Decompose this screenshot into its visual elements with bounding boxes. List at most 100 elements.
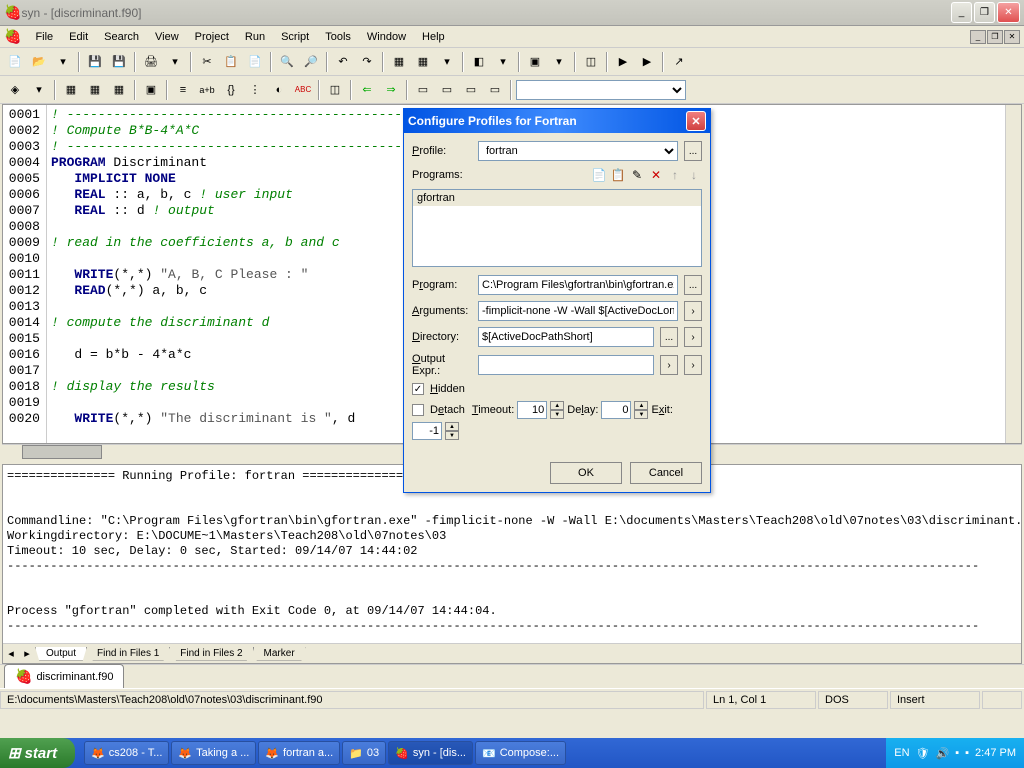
taskbar-item[interactable]: 📧Compose:... [475,741,566,765]
combo-selector[interactable] [516,80,686,100]
dialog-close-button[interactable]: ✕ [686,111,706,131]
tb2-b[interactable]: ▦ [60,79,82,101]
arguments-input[interactable] [478,301,678,321]
arguments-more-button[interactable]: › [684,301,702,321]
directory-browse-button[interactable]: ... [660,327,678,347]
start-button[interactable]: ⊞ start [0,738,75,768]
document-tab[interactable]: 🍓 discriminant.f90 [4,664,124,688]
mdi-close-button[interactable]: ✕ [1004,30,1020,44]
tray-icon-1[interactable]: 🛡 [916,747,930,760]
tray-icon-4[interactable]: ▪ [965,747,969,759]
detach-checkbox[interactable] [412,404,424,416]
tb2-e[interactable]: ▣ [140,79,162,101]
save-all-button[interactable]: 💾 [108,51,130,73]
tb2-h[interactable]: {} [220,79,242,101]
tb2-i[interactable]: ⋮ [244,79,266,101]
menu-project[interactable]: Project [187,29,237,45]
cut-button[interactable]: ✂ [196,51,218,73]
open-button[interactable]: 📂 [28,51,50,73]
tb2-r[interactable]: ▭ [484,79,506,101]
mdi-restore-button[interactable]: ❐ [987,30,1003,44]
timeout-input[interactable] [517,401,547,419]
output-tab-marker[interactable]: Marker [253,647,306,661]
output-tab-find-in-files-1[interactable]: Find in Files 1 [86,647,170,661]
delay-spinner[interactable]: ▲▼ [634,401,648,419]
tb2-d[interactable]: ▦ [108,79,130,101]
run-button[interactable]: ▶ [612,51,634,73]
tool-e-button[interactable]: ▣ [524,51,546,73]
tray-icon-3[interactable]: ▪ [955,747,959,759]
profile-select[interactable]: fortran [478,141,678,161]
outputexpr-more1-button[interactable]: › [660,355,678,375]
paste-button[interactable]: 📄 [244,51,266,73]
timeout-spinner[interactable]: ▲▼ [550,401,564,419]
menu-search[interactable]: Search [96,29,147,45]
dialog-titlebar[interactable]: Configure Profiles for Fortran ✕ [404,109,710,133]
outputexpr-more2-button[interactable]: › [684,355,702,375]
copy-button[interactable]: 📋 [220,51,242,73]
directory-more-button[interactable]: › [684,327,702,347]
profile-browse-button[interactable]: ... [684,141,702,161]
ok-button[interactable]: OK [550,462,622,484]
tool-f-button[interactable]: ◫ [580,51,602,73]
exit-spinner[interactable]: ▲▼ [445,422,459,440]
tb2-a[interactable]: ◈ [4,79,26,101]
tb2-f[interactable]: ≡ [172,79,194,101]
program-edit-icon[interactable]: ✎ [629,167,645,183]
program-delete-icon[interactable]: ✕ [648,167,664,183]
programs-list-item[interactable]: gfortran [413,190,701,206]
find-next-button[interactable]: 🔎 [300,51,322,73]
otab-prev[interactable]: ◂ [3,647,19,660]
minimize-button[interactable]: _ [951,2,972,23]
program-copy-icon[interactable]: 📋 [610,167,626,183]
maximize-button[interactable]: ❐ [974,2,995,23]
tb2-c[interactable]: ▦ [84,79,106,101]
tool-d-dropdown[interactable]: ▾ [492,51,514,73]
save-button[interactable]: 💾 [84,51,106,73]
tb2-p[interactable]: ▭ [436,79,458,101]
program-new-icon[interactable]: 📄 [591,167,607,183]
exit-input[interactable] [412,422,442,440]
tb2-j[interactable]: ◐ [268,79,290,101]
redo-button[interactable]: ↷ [356,51,378,73]
tb2-q[interactable]: ▭ [460,79,482,101]
otab-next[interactable]: ▸ [19,647,35,660]
goto-button[interactable]: ↗ [668,51,690,73]
tb2-m[interactable]: ⇐ [356,79,378,101]
print-dropdown[interactable]: ▾ [164,51,186,73]
close-button[interactable]: ✕ [997,2,1020,23]
stop-button[interactable]: ▶ [636,51,658,73]
vertical-scrollbar[interactable] [1005,105,1021,443]
clock[interactable]: 2:47 PM [975,747,1016,759]
tool-c-button[interactable]: ▾ [436,51,458,73]
tool-b-button[interactable]: ▦ [412,51,434,73]
undo-button[interactable]: ↶ [332,51,354,73]
directory-input[interactable] [478,327,654,347]
taskbar-item[interactable]: 📁03 [342,741,386,765]
taskbar-item[interactable]: 🦊cs208 - T... [84,741,169,765]
menu-help[interactable]: Help [414,29,453,45]
tool-e-dropdown[interactable]: ▾ [548,51,570,73]
tool-a-button[interactable]: ▦ [388,51,410,73]
menu-edit[interactable]: Edit [61,29,96,45]
tb2-l[interactable]: ◫ [324,79,346,101]
lang-indicator[interactable]: EN [894,747,909,759]
taskbar-item[interactable]: 🦊Taking a ... [171,741,256,765]
program-input[interactable] [478,275,678,295]
new-button[interactable]: 📄 [4,51,26,73]
taskbar-item[interactable]: 🦊fortran a... [258,741,340,765]
output-tab-output[interactable]: Output [35,647,87,661]
outputexpr-input[interactable] [478,355,654,375]
menu-script[interactable]: Script [273,29,317,45]
delay-input[interactable] [601,401,631,419]
menu-file[interactable]: File [27,29,61,45]
tb2-n[interactable]: ⇒ [380,79,402,101]
open-dropdown[interactable]: ▾ [52,51,74,73]
menu-run[interactable]: Run [237,29,273,45]
mdi-minimize-button[interactable]: _ [970,30,986,44]
menu-view[interactable]: View [147,29,187,45]
program-up-icon[interactable]: ↑ [667,167,683,183]
tb2-o[interactable]: ▭ [412,79,434,101]
menu-tools[interactable]: Tools [317,29,359,45]
tool-d-button[interactable]: ◧ [468,51,490,73]
